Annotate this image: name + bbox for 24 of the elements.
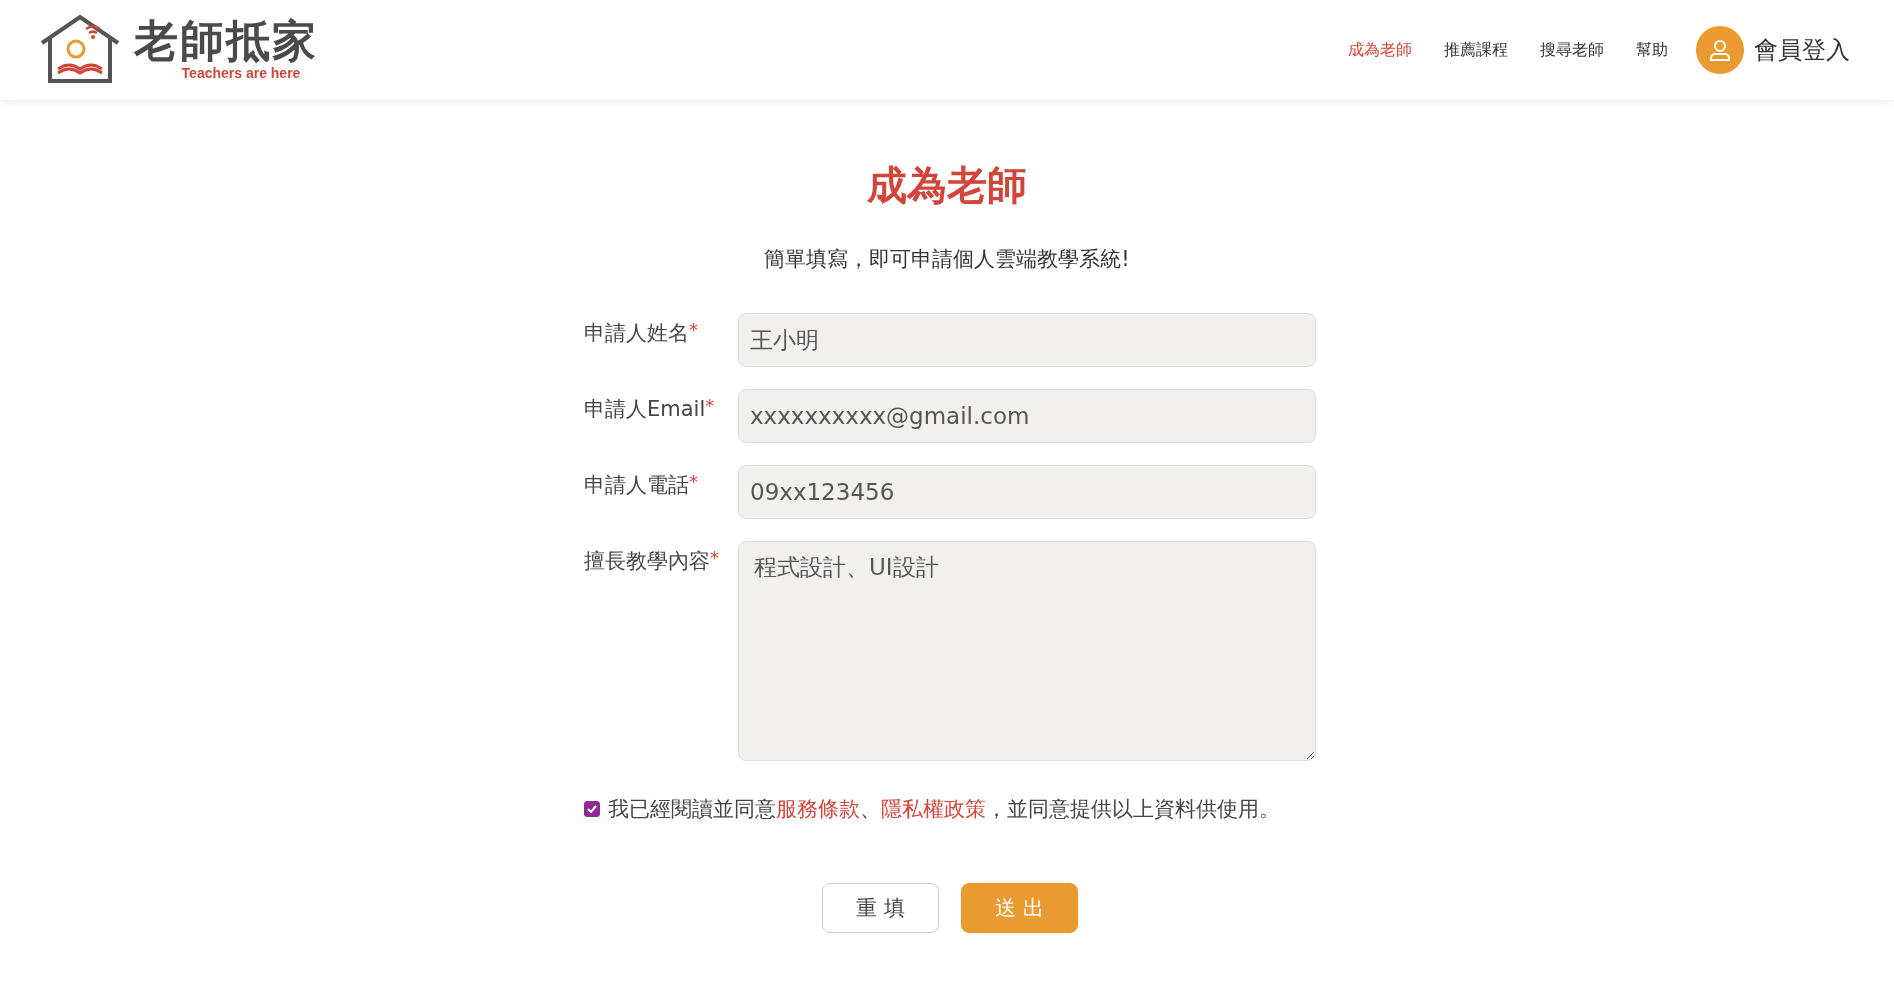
agree-checkbox[interactable] [584,801,600,817]
field-label: 申請人姓名* [584,318,699,347]
agreement-text: 我已經閱讀並同意服務條款、隱私權政策，並同意提供以上資料供使用。 [608,796,1280,823]
policy-link[interactable]: 隱私權政策 [881,797,986,821]
nav-link[interactable]: 推薦課程 [1444,39,1508,61]
field-label: 申請人Email* [584,394,716,423]
input-field[interactable]: 09xx123456 [738,465,1316,519]
login-link[interactable]: 會員登入 [1696,26,1850,74]
field-label: 申請人電話* [584,470,699,499]
house-book-logo-icon [38,15,122,85]
nav-link[interactable]: 搜尋老師 [1540,39,1604,61]
input-field[interactable]: 王小明 [738,313,1316,367]
text-area[interactable]: 程式設計、UI設計 [738,541,1316,761]
nav-link[interactable]: 幫助 [1636,39,1668,61]
logo-title: 老師抵家 [134,19,318,63]
page-subtitle: 簡單填寫，即可申請個人雲端教學系統! [764,246,1130,273]
policy-link[interactable]: 服務條款 [776,797,860,821]
logo-tagline: Teachers are here [181,65,301,81]
page-title: 成為老師 [867,161,1027,210]
reset-button[interactable]: 重 填 [822,883,939,933]
user-icon [1696,26,1744,74]
field-label: 擅長教學內容* [584,546,720,575]
input-field[interactable]: xxxxxxxxxx@gmail.com [738,389,1316,443]
nav-link[interactable]: 成為老師 [1348,39,1412,61]
